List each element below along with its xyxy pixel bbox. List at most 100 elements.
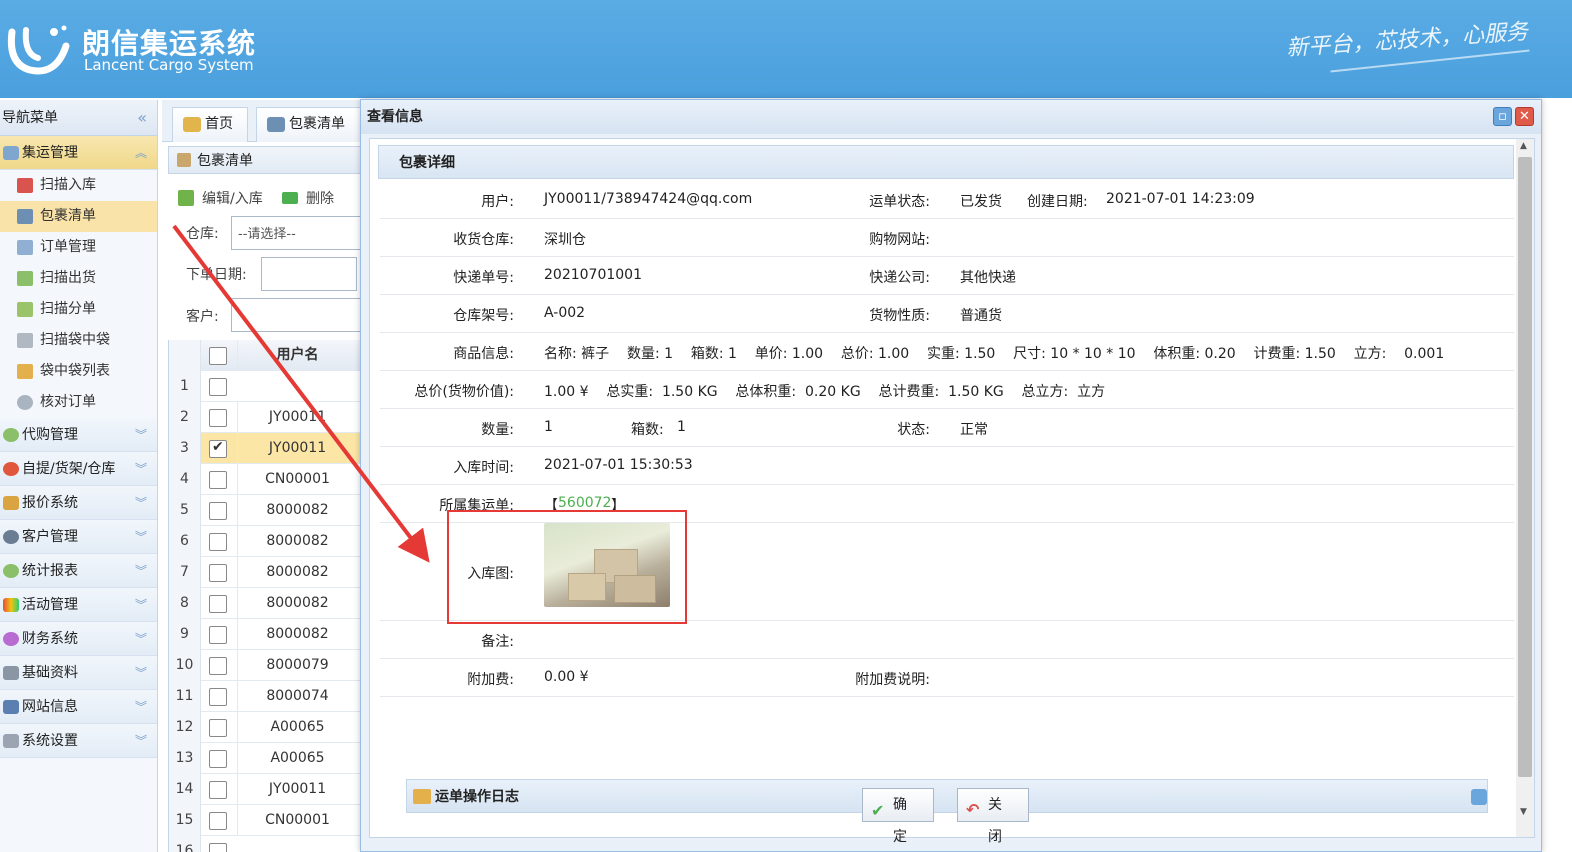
dialog-scrollbar[interactable]: ▲ ▼: [1516, 139, 1534, 837]
sidebar-item-scan-bag[interactable]: 扫描袋中袋: [0, 325, 157, 356]
detail-row-warehouse: 收货仓库: 深圳仓 购物网站:: [380, 219, 1514, 257]
sidebar-group-customers[interactable]: 客户管理 ︾: [0, 520, 157, 554]
sidebar-item-scan-split[interactable]: 扫描分单: [0, 294, 157, 325]
row-checkbox[interactable]: ✔: [209, 439, 227, 458]
row-checkbox[interactable]: [209, 595, 227, 613]
username-cell: JY00011: [237, 433, 357, 464]
sidebar-group-quote[interactable]: 报价系统 ︾: [0, 486, 157, 520]
tab-home[interactable]: 首页: [172, 107, 248, 142]
warehouse-select[interactable]: --请选择--: [231, 216, 362, 250]
row-checkbox[interactable]: [209, 781, 227, 799]
row-checkbox[interactable]: [209, 657, 227, 675]
row-checkbox[interactable]: [209, 409, 227, 427]
created-value: 2021-07-01 14:23:09: [1106, 191, 1255, 207]
sidebar-item-label: 订单管理: [40, 239, 96, 255]
quote-icon: [3, 496, 19, 510]
maximize-icon[interactable]: ▫: [1493, 107, 1512, 126]
checkmark-icon: ✔: [212, 439, 224, 455]
sidebar-item-label: 扫描入库: [40, 177, 96, 193]
sidebar-group-finance[interactable]: 财务系统 ︾: [0, 622, 157, 656]
table-row[interactable]: 6 8000082: [169, 526, 363, 557]
table-row[interactable]: 8 8000082: [169, 588, 363, 619]
table-row[interactable]: 4 CN00001: [169, 464, 363, 495]
table-row[interactable]: 3 ✔ JY00011: [169, 433, 363, 464]
sidebar-group-site-info[interactable]: 网站信息 ︾: [0, 690, 157, 724]
sidebar-item-label: 核对订单: [40, 394, 96, 410]
boxes-label: 箱数:: [631, 422, 664, 438]
row-checkbox[interactable]: [209, 502, 227, 520]
monitor-icon: [3, 146, 19, 160]
dialog-body: 包裹详细 用户: JY00011/738947424@qq.com 运单状态: …: [369, 138, 1535, 838]
highlight-box: [447, 510, 687, 624]
table-row[interactable]: 16: [169, 836, 363, 852]
detail-row-instock-time: 入库时间: 2021-07-01 15:30:53: [380, 447, 1514, 485]
column-header-username[interactable]: 用户名: [237, 340, 357, 371]
row-checkbox[interactable]: [209, 688, 227, 706]
detail-row-total: 总价(货物价值): 1.00 ¥ 总实重: 1.50 KG 总体积重: 0.20…: [380, 371, 1514, 409]
row-checkbox[interactable]: [209, 626, 227, 644]
chevron-up-icon: ︽: [134, 146, 147, 160]
table-row[interactable]: 7 8000082: [169, 557, 363, 588]
collapse-sidebar-icon[interactable]: «: [137, 100, 147, 136]
username-cell: 8000079: [237, 650, 357, 681]
instock-time-label: 入库时间:: [453, 460, 514, 476]
sidebar: 导航菜单 « 集运管理 ︽ 扫描入库 包裹清单 订单管理 扫描出货 扫描分单 扫…: [0, 100, 158, 852]
sidebar-item-package-list[interactable]: 包裹清单: [0, 201, 157, 232]
sidebar-title-label: 导航菜单: [2, 110, 58, 126]
table-row[interactable]: 15 CN00001: [169, 805, 363, 836]
close-button[interactable]: ↶ 关闭: [957, 788, 1029, 845]
edit-button[interactable]: 编辑/入库: [202, 188, 263, 208]
sidebar-group-daigou[interactable]: 代购管理 ︾: [0, 418, 157, 452]
customer-input[interactable]: [231, 298, 362, 332]
row-checkbox[interactable]: [209, 533, 227, 551]
rainbow-icon: [3, 598, 19, 612]
row-checkbox[interactable]: [209, 471, 227, 489]
sidebar-item-check-order[interactable]: 核对订单: [0, 387, 157, 418]
consolidation-link[interactable]: 560072: [558, 495, 611, 511]
sidebar-group-label: 客户管理: [22, 529, 78, 545]
delete-icon: [282, 192, 298, 204]
table-row[interactable]: 9 8000082: [169, 619, 363, 650]
order-date-input[interactable]: [261, 257, 357, 291]
table-row[interactable]: 2 JY00011: [169, 402, 363, 433]
table-row[interactable]: 14 JY00011: [169, 774, 363, 805]
row-number: 5: [169, 495, 201, 526]
table-row[interactable]: 10 8000079: [169, 650, 363, 681]
row-checkbox[interactable]: [209, 564, 227, 582]
row-checkbox[interactable]: [209, 719, 227, 737]
sidebar-item-scan-in[interactable]: 扫描入库: [0, 170, 157, 201]
scroll-thumb[interactable]: [1518, 157, 1532, 777]
tab-package-list[interactable]: 包裹清单: [256, 107, 362, 142]
row-checkbox[interactable]: [209, 843, 227, 852]
operation-log-panel[interactable]: 运单操作日志: [406, 779, 1488, 813]
table-row[interactable]: 13 A00065: [169, 743, 363, 774]
select-all-checkbox[interactable]: [209, 347, 227, 365]
sidebar-group-activities[interactable]: 活动管理 ︾: [0, 588, 157, 622]
sidebar-group-basic-data[interactable]: 基础资料 ︾: [0, 656, 157, 690]
table-row[interactable]: 1: [169, 371, 363, 402]
expand-icon[interactable]: [1471, 789, 1487, 805]
row-checkbox[interactable]: [209, 378, 227, 396]
sidebar-group-label: 集运管理: [22, 145, 78, 161]
total-value: 1.00 ¥ 总实重: 1.50 KG 总体积重: 0.20 KG 总计费重: …: [544, 384, 1106, 400]
table-row[interactable]: 5 8000082: [169, 495, 363, 526]
sidebar-group-jiyun[interactable]: 集运管理 ︽: [0, 136, 157, 170]
sidebar-item-scan-out[interactable]: 扫描出货: [0, 263, 157, 294]
site-label: 购物网站:: [869, 232, 930, 248]
scroll-down-icon[interactable]: ▼: [1520, 807, 1527, 817]
row-checkbox[interactable]: [209, 812, 227, 830]
sidebar-item-bag-list[interactable]: 袋中袋列表: [0, 356, 157, 387]
row-checkbox[interactable]: [209, 750, 227, 768]
ok-button[interactable]: ✔ 确定: [862, 788, 934, 845]
user-value: JY00011/738947424@qq.com: [544, 191, 753, 207]
sidebar-item-orders[interactable]: 订单管理: [0, 232, 157, 263]
delete-button[interactable]: 删除: [306, 188, 334, 208]
table-row[interactable]: 12 A00065: [169, 712, 363, 743]
table-row[interactable]: 11 8000074: [169, 681, 363, 712]
close-icon[interactable]: ✕: [1515, 107, 1534, 126]
sidebar-group-settings[interactable]: 系统设置 ︾: [0, 724, 157, 758]
scroll-up-icon[interactable]: ▲: [1520, 141, 1527, 151]
surcharge-note-label: 附加费说明:: [855, 672, 930, 688]
sidebar-group-reports[interactable]: 统计报表 ︾: [0, 554, 157, 588]
sidebar-group-warehouse[interactable]: 自提/货架/仓库 ︾: [0, 452, 157, 486]
